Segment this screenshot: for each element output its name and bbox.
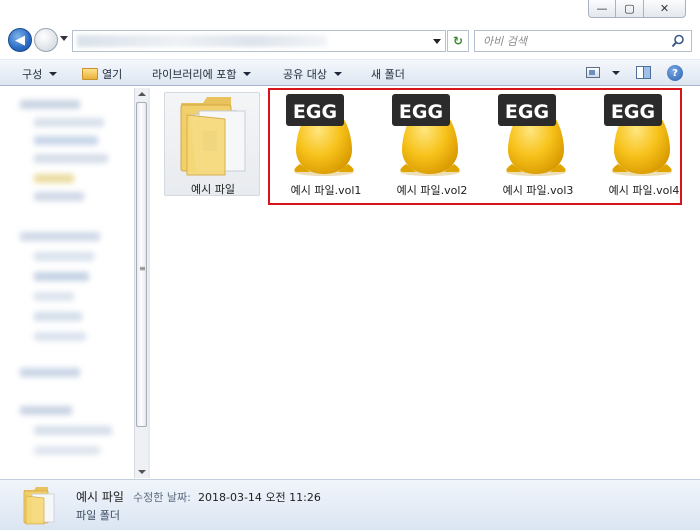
folder-icon <box>180 97 246 176</box>
scroll-up-arrow-icon[interactable] <box>138 92 146 96</box>
chevron-down-icon <box>243 72 252 76</box>
arrow-left-icon: ◀ <box>15 32 25 48</box>
window-controls: — ▢ ✕ <box>588 0 686 18</box>
file-name-label: 예시 파일.vol3 <box>502 184 574 197</box>
new-folder-label: 새 폴더 <box>371 68 405 81</box>
egg-archive-icon: EGG <box>392 94 460 176</box>
view-icon <box>586 67 600 78</box>
share-with-menu[interactable]: 공유 대상 <box>283 66 342 82</box>
file-name-label: 예시 파일.vol2 <box>396 184 468 197</box>
include-in-library-menu[interactable]: 라이브러리에 포함 <box>152 66 252 82</box>
back-button[interactable]: ◀ <box>8 28 32 52</box>
command-bar: 구성 열기 라이브러리에 포함 공유 대상 새 폴더 ? <box>0 59 700 86</box>
help-icon[interactable]: ? <box>667 65 683 81</box>
file-item-egg-vol4[interactable]: EGG 예시 파일.vol4 <box>594 92 694 200</box>
include-library-label: 라이브러리에 포함 <box>152 68 237 81</box>
grip-icon: ≡ <box>139 264 146 273</box>
organize-menu[interactable]: 구성 <box>22 66 58 82</box>
egg-badge-text: EGG <box>293 101 337 123</box>
chevron-down-icon <box>49 72 58 76</box>
navigation-tree-blurred <box>12 92 130 472</box>
navigation-pane: ≡ <box>0 88 150 478</box>
scrollbar-thumb[interactable]: ≡ <box>136 102 147 427</box>
change-view-button[interactable] <box>586 67 620 78</box>
preview-pane-icon[interactable] <box>636 66 651 79</box>
egg-archive-icon: EGG <box>604 94 672 176</box>
file-name-label: 예시 파일.vol4 <box>608 184 680 197</box>
navigation-scrollbar[interactable]: ≡ <box>134 88 148 478</box>
chevron-down-icon <box>612 70 620 75</box>
egg-badge-text: EGG <box>505 101 549 123</box>
open-folder-icon <box>82 68 98 80</box>
details-modified-label: 수정한 날짜: <box>133 491 191 504</box>
egg-badge-text: EGG <box>399 101 443 123</box>
maximize-button[interactable]: ▢ <box>616 0 644 18</box>
details-file-name: 예시 파일 <box>76 490 124 504</box>
new-folder-button[interactable]: 새 폴더 <box>371 66 405 82</box>
recent-pages-dropdown[interactable] <box>60 36 68 41</box>
scroll-down-arrow-icon[interactable] <box>138 470 146 474</box>
file-list-view: 예시 파일 EGG 예시 파일.vol1 EGG 예시 파일.vol2 EGG … <box>150 88 700 478</box>
details-pane: 예시 파일 수정한 날짜: 2018-03-14 오전 11:26 파일 폴더 <box>0 479 700 530</box>
egg-badge-text: EGG <box>611 101 655 123</box>
file-item-egg-vol3[interactable]: EGG 예시 파일.vol3 <box>488 92 588 200</box>
search-box[interactable] <box>474 30 692 52</box>
close-button[interactable]: ✕ <box>644 0 686 18</box>
minimize-button[interactable]: — <box>588 0 616 18</box>
open-button[interactable]: 열기 <box>82 66 122 82</box>
address-bar[interactable] <box>72 30 446 52</box>
organize-label: 구성 <box>22 68 43 81</box>
search-input[interactable] <box>475 31 665 51</box>
refresh-icon: ↻ <box>452 34 464 48</box>
refresh-button[interactable]: ↻ <box>447 30 469 52</box>
details-modified-value: 2018-03-14 오전 11:26 <box>198 491 321 504</box>
search-icon[interactable] <box>671 34 685 48</box>
chevron-down-icon <box>333 72 342 76</box>
forward-button[interactable] <box>34 28 58 52</box>
file-item-egg-vol2[interactable]: EGG 예시 파일.vol2 <box>382 92 482 200</box>
address-history-dropdown[interactable] <box>433 39 441 44</box>
file-item-folder[interactable]: 예시 파일 <box>164 92 260 196</box>
egg-archive-icon: EGG <box>498 94 566 176</box>
folder-icon <box>23 487 55 525</box>
window-caption: — ▢ ✕ <box>0 0 700 22</box>
file-item-egg-vol1[interactable]: EGG 예시 파일.vol1 <box>276 92 376 200</box>
address-row: ◀ ↻ <box>0 25 700 57</box>
share-with-label: 공유 대상 <box>283 68 327 81</box>
file-name-label: 예시 파일.vol1 <box>290 184 362 197</box>
address-path-blurred <box>77 35 327 47</box>
file-name-label: 예시 파일 <box>191 183 235 196</box>
egg-archive-icon: EGG <box>286 94 354 176</box>
details-file-type: 파일 폴더 <box>76 509 120 522</box>
open-label: 열기 <box>102 68 123 81</box>
